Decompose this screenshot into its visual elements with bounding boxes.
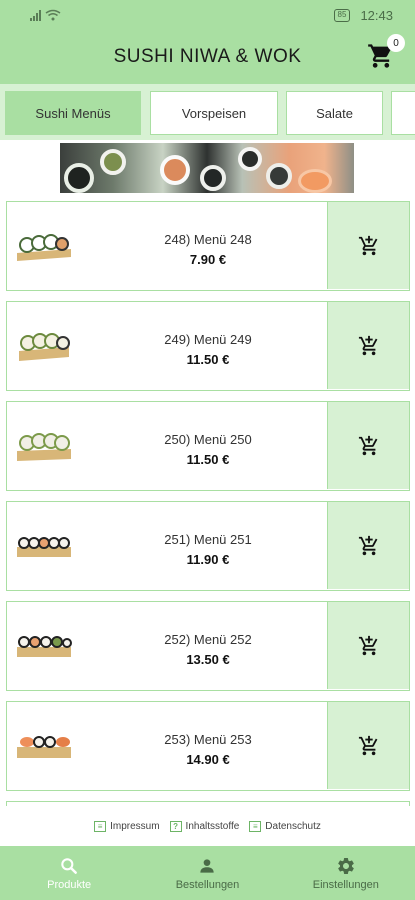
product-name: 248) Menü 248 [164,232,252,247]
category-banner-image [60,143,354,193]
product-name: 250) Menü 250 [164,432,252,447]
product-price: 11.50 € [186,452,230,467]
product-name: 252) Menü 252 [164,632,252,647]
add-to-cart-button[interactable] [327,702,409,789]
product-item[interactable]: 251) Menü 251 11.90 € [6,501,410,591]
status-time: 12:43 [360,7,393,23]
document-icon: ≡ [249,820,262,832]
product-name: 249) Menü 249 [164,332,252,347]
product-price: 13.50 € [186,652,230,667]
wifi-icon [45,9,61,21]
nav-einstellungen-label: Einstellungen [312,878,379,891]
product-item[interactable]: 250) Menü 250 11.50 € [6,401,410,491]
app-header: SUSHI NIWA & WOK 0 [0,30,415,84]
status-bar: 85 12:43 [0,0,415,30]
product-item[interactable]: 252) Menü 252 13.50 € [6,601,410,691]
product-image [17,537,71,557]
nav-bestellungen[interactable]: Bestellungen [138,846,276,900]
inhaltsstoffe-label: Inhaltsstoffe [185,820,240,832]
add-to-cart-icon [358,235,377,255]
add-to-cart-button[interactable] [327,402,409,489]
datenschutz-label: Datenschutz [265,820,321,832]
tab-sushi-menus[interactable]: Sushi Menüs [5,91,141,135]
product-image [17,636,72,657]
status-left [30,9,61,21]
bottom-navigation: Produkte Bestellungen Einstellungen [0,846,415,900]
nav-produkte-label: Produkte [47,878,92,891]
add-to-cart-button[interactable] [327,202,409,289]
category-tabs: Sushi Menüs Vorspeisen Salate [0,84,415,140]
add-to-cart-icon [358,635,377,655]
product-image [19,333,70,361]
tab-salate[interactable]: Salate [286,91,383,135]
add-to-cart-icon [358,535,377,555]
tab-vorspeisen[interactable]: Vorspeisen [150,91,278,135]
product-image [17,736,71,758]
search-icon [61,857,78,874]
cart-button[interactable]: 0 [367,34,405,70]
status-right: 85 12:43 [333,7,393,23]
signal-icon [30,10,41,21]
nav-bestellungen-label: Bestellungen [175,878,240,891]
product-name: 253) Menü 253 [164,732,252,747]
inhaltsstoffe-link[interactable]: ? Inhaltsstoffe [169,820,240,832]
gear-icon [338,857,354,874]
product-price: 14.90 € [186,752,230,767]
footer-links: ≡ Impressum ? Inhaltsstoffe ≡ Datenschut… [0,806,415,846]
product-price: 11.90 € [186,552,230,567]
product-image [17,234,71,261]
battery-icon: 85 [333,8,351,22]
add-to-cart-icon [358,735,377,755]
nav-einstellungen[interactable]: Einstellungen [277,846,415,900]
product-name: 251) Menü 251 [164,532,252,547]
datenschutz-link[interactable]: ≡ Datenschutz [249,820,321,832]
impressum-label: Impressum [110,820,160,832]
add-to-cart-icon [358,335,377,355]
add-to-cart-icon [358,435,377,455]
document-icon: ≡ [94,820,107,832]
question-icon: ? [169,820,182,832]
impressum-link[interactable]: ≡ Impressum [94,820,160,832]
add-to-cart-button[interactable] [327,602,409,689]
cart-count-badge: 0 [387,34,405,52]
product-image [17,433,71,461]
product-price: 11.50 € [186,352,230,367]
app-title: SUSHI NIWA & WOK [113,46,302,67]
tab-next[interactable] [391,91,415,135]
person-icon [200,858,215,873]
product-item[interactable]: 253) Menü 253 14.90 € [6,701,410,791]
product-item[interactable]: 248) Menü 248 7.90 € [6,201,410,291]
add-to-cart-button[interactable] [327,502,409,589]
product-item[interactable]: 249) Menü 249 11.50 € [6,301,410,391]
add-to-cart-button[interactable] [327,302,409,389]
nav-produkte[interactable]: Produkte [0,846,138,900]
product-price: 7.90 € [189,252,227,267]
